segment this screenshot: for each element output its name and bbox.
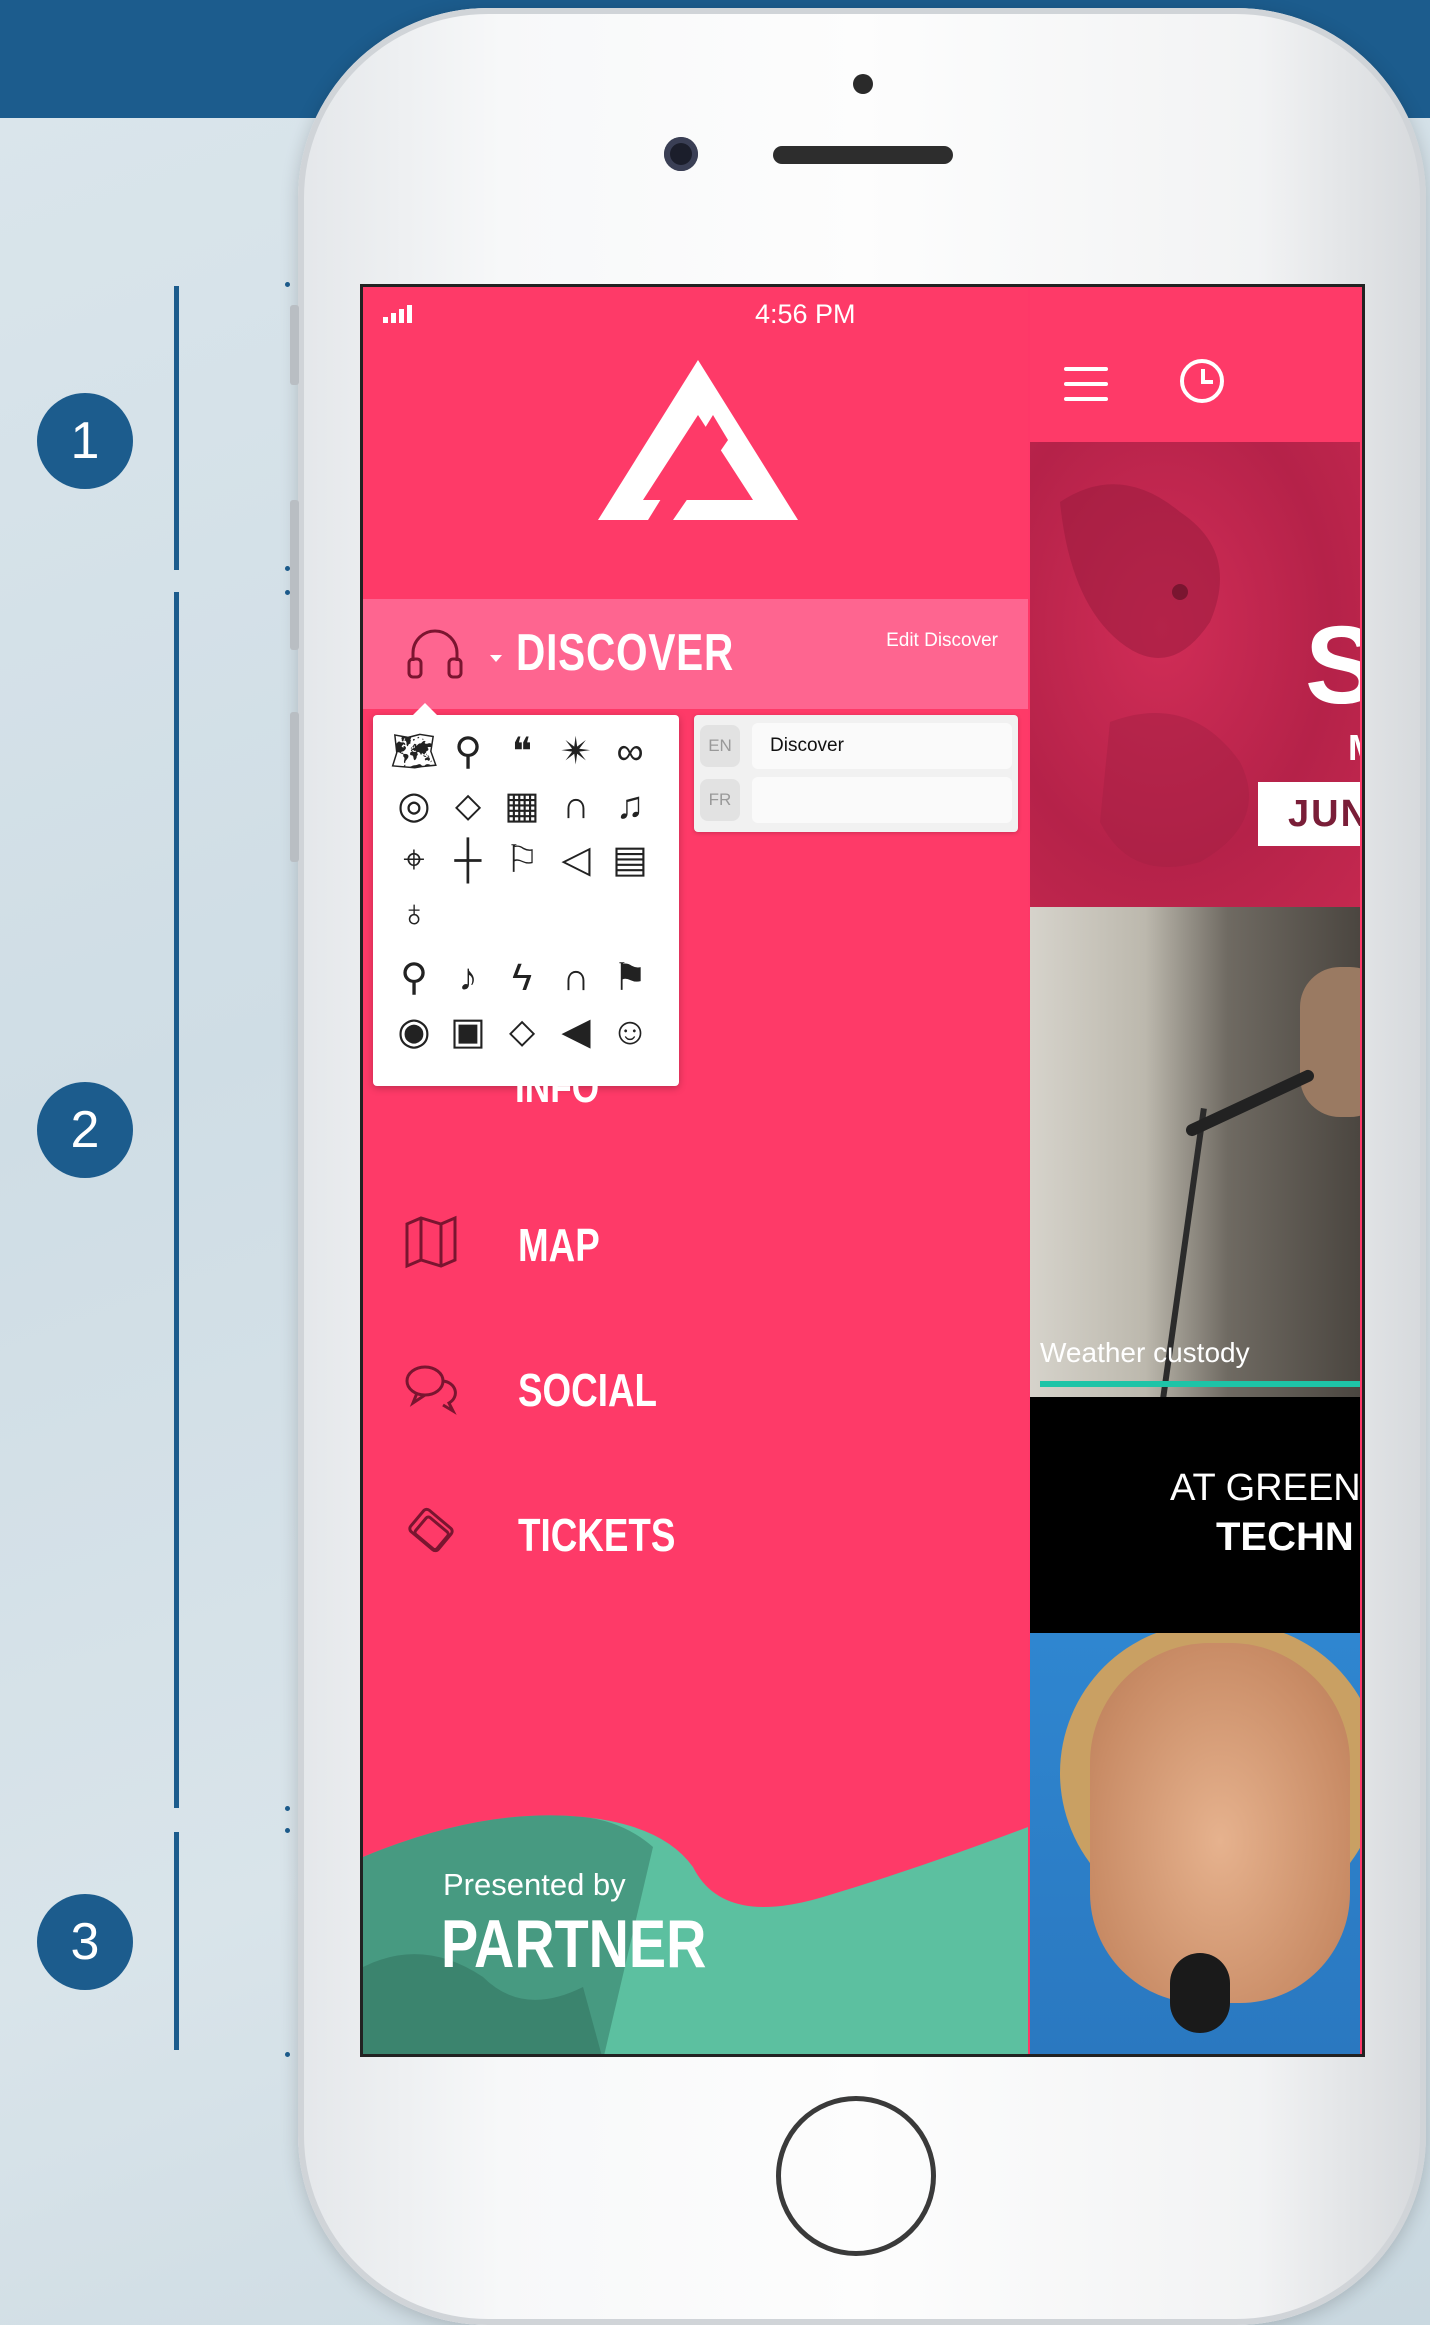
performer-image [1300,967,1360,1117]
menu-item-map[interactable]: MAP [363,1192,1028,1292]
poster-headline: S [1305,602,1360,729]
chevron-down-icon[interactable] [490,655,502,662]
icon-grid-secondary: ⚲ ♪ ϟ ∩ ⚑ ◉ ▣ ⬦ ◀ ☺ [387,951,671,1059]
promo-line-2: TECHN [1216,1515,1354,1559]
guide-dot [285,282,290,287]
hamburger-menu-icon[interactable] [1064,367,1108,412]
schedule-icon[interactable]: ▦ [495,779,549,833]
map-icon [403,1214,459,1270]
glasses-icon[interactable]: ∞ [603,725,657,779]
presented-by-label: Presented by [443,1867,626,1902]
proximity-sensor [853,74,873,94]
calendar-icon[interactable]: ▤ [603,833,657,887]
microphone-icon[interactable]: ♁ [387,887,441,941]
language-input-fr[interactable] [752,777,1012,823]
flag-icon[interactable]: ⚐ [495,833,549,887]
language-input-en[interactable]: Discover [752,723,1012,769]
signal-icon [383,305,415,323]
megaphone-icon[interactable]: ◀ [549,1005,603,1059]
map-pin-icon[interactable]: ⌖ [387,833,441,887]
front-camera [664,137,698,171]
chat-bubbles-icon [403,1359,459,1415]
microphone-image [1184,1067,1316,1139]
volume-down-button [290,712,299,862]
clock-icon[interactable] [1180,359,1224,403]
edit-discover-link[interactable]: Edit Discover [838,627,998,655]
menu-label: SOCIAL [518,1364,658,1416]
megaphone-icon[interactable]: ◁ [549,833,603,887]
event-card-poster[interactable]: S M JUNE [1030,442,1360,907]
step-1-guide [174,286,179,570]
mute-switch [290,305,299,385]
side-drawer: DISCOVER Edit Discover 🗺 ⚲ ❝ ✴ ∞ ◎ ⬦ ▦ ∩… [363,287,1028,2054]
phone-screen: DISCOVER Edit Discover 🗺 ⚲ ❝ ✴ ∞ ◎ ⬦ ▦ ∩… [360,284,1365,2057]
earpiece-speaker [773,146,953,164]
pin-icon[interactable]: ⚲ [387,951,441,1005]
step-badge-1: 1 [37,393,133,489]
event-card-artist[interactable] [1030,1633,1360,2054]
top-nav [1030,287,1362,442]
artist-photo [1090,1643,1350,2003]
quote-icon[interactable]: ❝ [495,725,549,779]
main-content-panel: S M JUNE Weather custody AT GREEN TECHN [1030,287,1362,2054]
step-2-guide [174,592,179,1808]
home-button[interactable] [776,2096,936,2256]
icon-picker-popup: 🗺 ⚲ ❝ ✴ ∞ ◎ ⬦ ▦ ∩ ♫ ⌖ ┼ ⚐ ◁ ▤ ♁ ⚲ ♪ ϟ ∩ … [373,703,679,1086]
step-3-guide [174,1832,179,2050]
map-icon[interactable]: 🗺 [387,725,441,779]
ticket-icon[interactable]: ⬦ [441,779,495,833]
ticket-icon[interactable]: ⬦ [495,1005,549,1059]
poster-subline: M [1348,727,1360,769]
step-badge-3: 3 [37,1894,133,1990]
language-editor: EN Discover FR [694,715,1018,832]
ticket-icon [403,1504,459,1560]
video-progress-bar[interactable] [1040,1381,1360,1387]
bomb-icon[interactable]: ✴ [549,725,603,779]
language-code: FR [700,779,740,821]
menu-label: MAP [518,1219,600,1271]
eye-icon[interactable]: ◉ [387,1005,441,1059]
guide-dot [285,1828,290,1833]
language-code: EN [700,725,740,767]
calendar-23-icon[interactable]: ▣ [441,1005,495,1059]
volume-up-button [290,500,299,650]
flag-icon[interactable]: ⚑ [603,951,657,1005]
event-card-video[interactable]: Weather custody [1030,907,1360,1397]
microphone-image [1170,1953,1230,2033]
app-logo [593,355,803,530]
promo-line-1: AT GREEN [1170,1467,1361,1509]
music-note-icon[interactable]: ♪ [441,951,495,1005]
signpost-icon[interactable]: ┼ [441,833,495,887]
section-title: DISCOVER [516,624,735,682]
pin-icon[interactable]: ⚲ [441,725,495,779]
menu-label: TICKETS [518,1509,676,1561]
language-row: EN Discover [700,721,1012,771]
icon-grid-primary: 🗺 ⚲ ❝ ✴ ∞ ◎ ⬦ ▦ ∩ ♫ ⌖ ┼ ⚐ ◁ ▤ ♁ [387,725,671,941]
headphones-icon[interactable]: ∩ [549,951,603,1005]
guide-dot [285,1806,290,1811]
menu-item-social[interactable]: SOCIAL [363,1337,1028,1437]
partner-name[interactable]: PARTNER [441,1905,706,1983]
user-icon[interactable]: ☺ [603,1005,657,1059]
discover-header[interactable]: DISCOVER Edit Discover [363,599,1028,709]
event-card-promo[interactable]: AT GREEN TECHN [1030,1397,1361,1633]
video-caption: Weather custody [1040,1337,1250,1368]
lightning-icon[interactable]: ϟ [495,951,549,1005]
menu-item-info[interactable]: INFO [515,1063,599,1113]
poster-date: JUNE [1258,782,1360,846]
language-row: FR [700,775,1012,825]
speaker-icon[interactable]: ◎ [387,779,441,833]
headphones-icon[interactable]: ∩ [549,779,603,833]
music-note-icon[interactable]: ♫ [603,779,657,833]
status-time: 4:56 PM [755,299,856,329]
headphones-icon[interactable] [403,621,467,690]
step-badge-2: 2 [37,1082,133,1178]
menu-item-tickets[interactable]: TICKETS [363,1482,1028,1582]
guide-dot [285,2052,290,2057]
